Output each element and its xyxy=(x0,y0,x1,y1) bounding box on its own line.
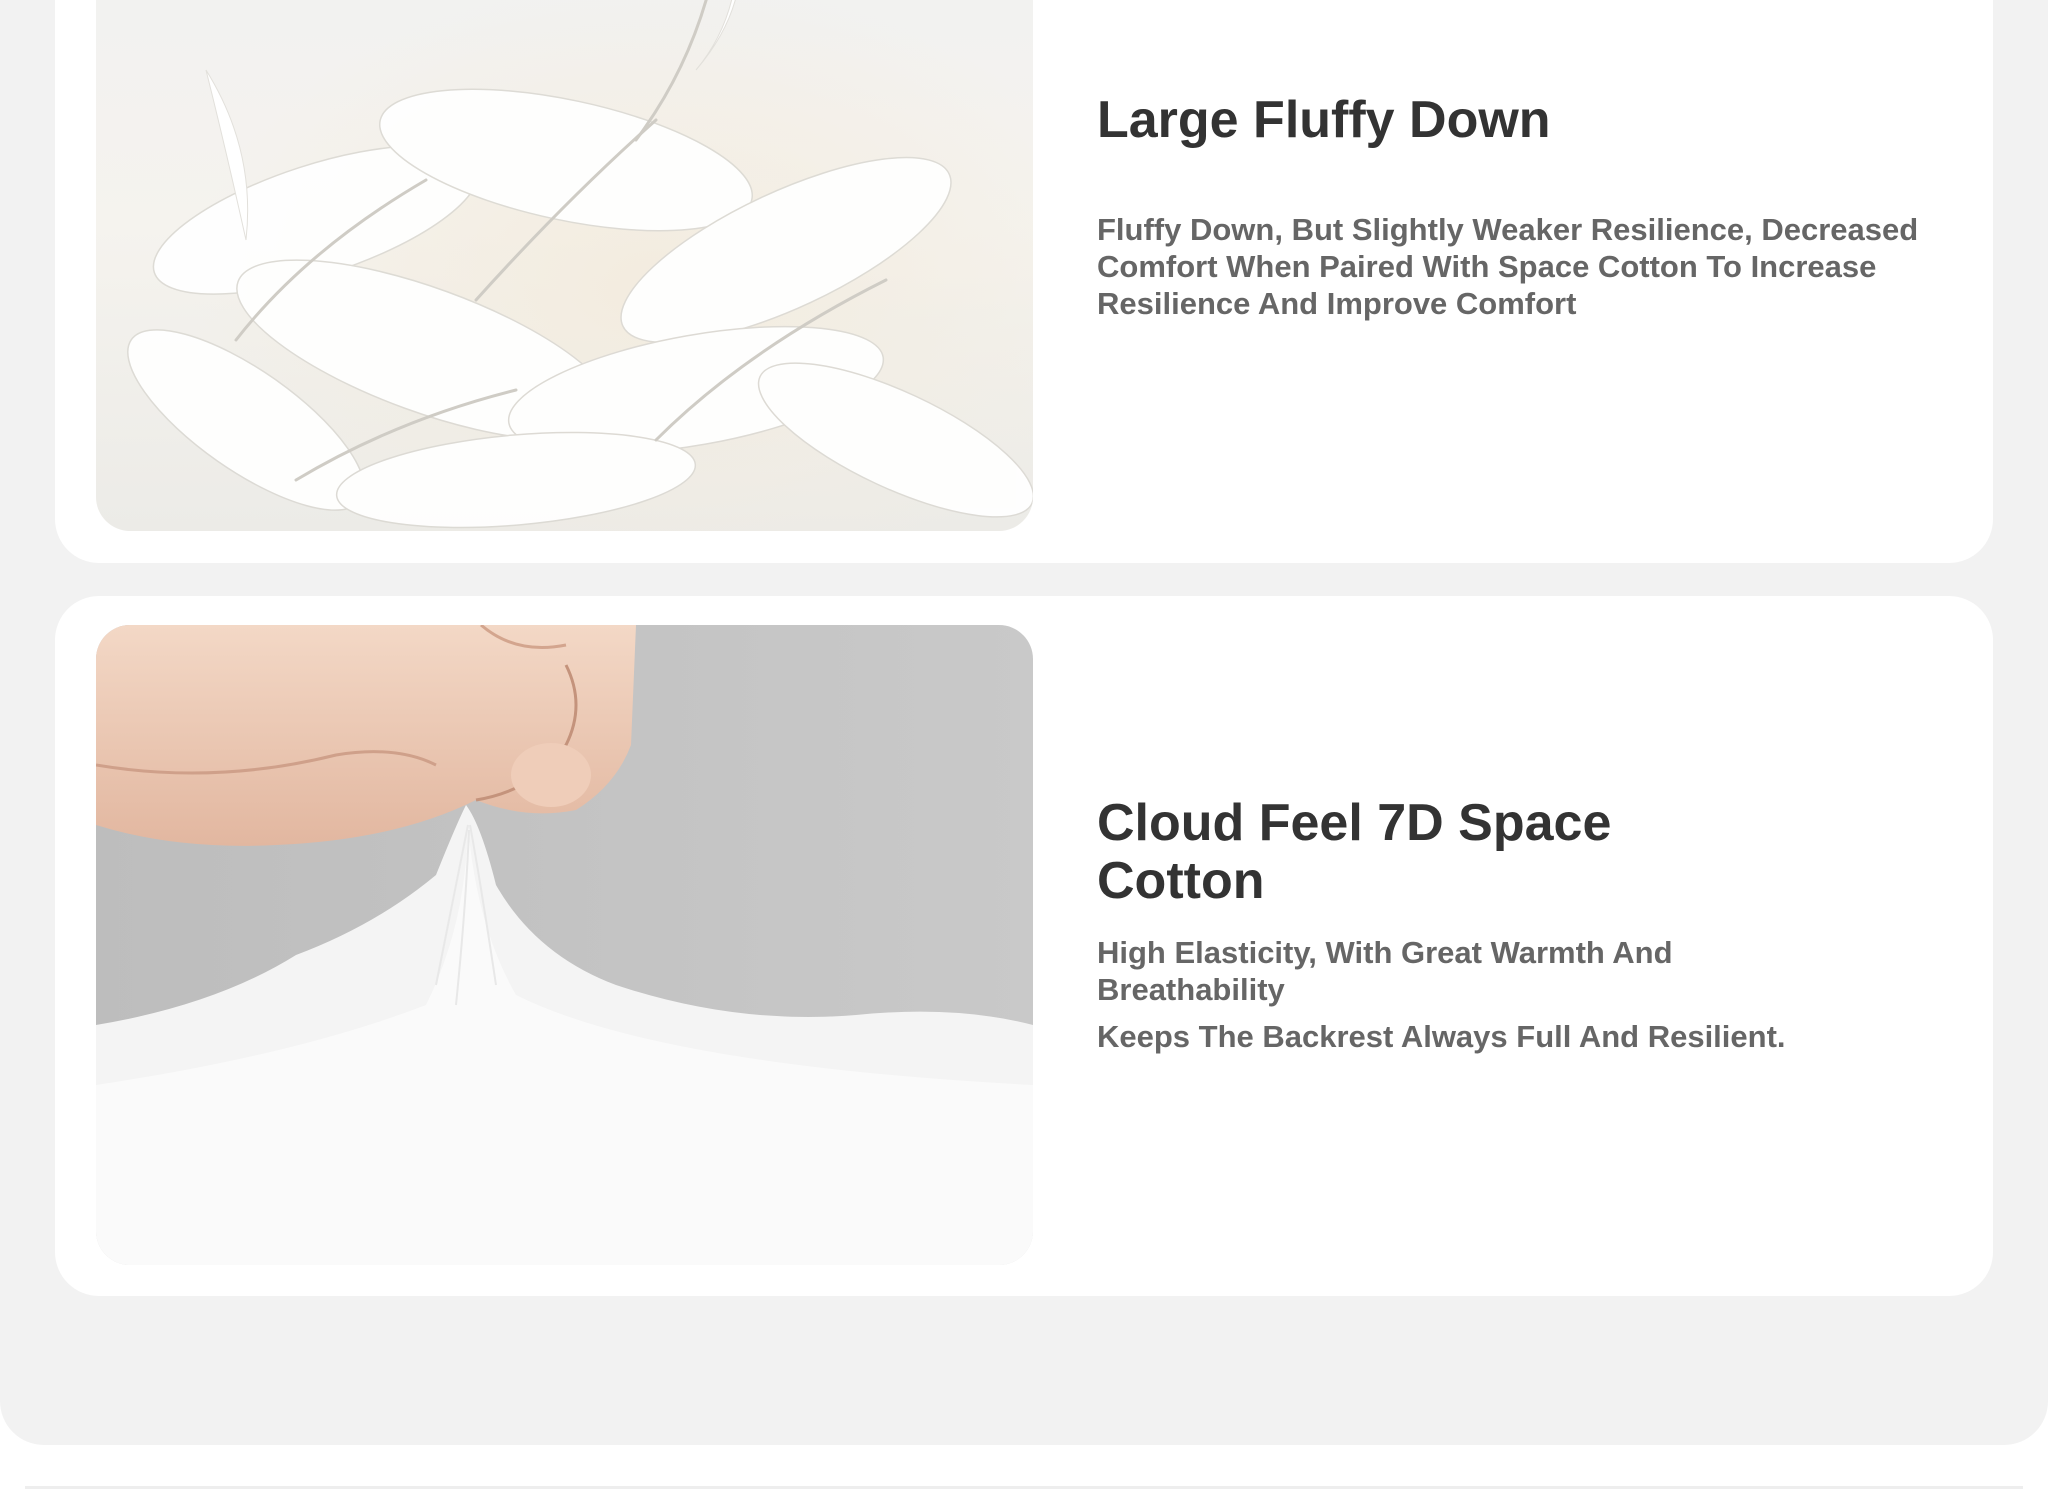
feature-description-2: Keeps The Backrest Always Full And Resil… xyxy=(1097,1019,1786,1054)
feature-text-down: Large Fluffy Down Fluffy Down, But Sligh… xyxy=(1097,91,1937,322)
features-panel: Large Fluffy Down Fluffy Down, But Sligh… xyxy=(0,0,2048,1445)
feature-text-cotton: Cloud Feel 7D Space Cotton High Elastici… xyxy=(1097,794,1937,1055)
feature-description: High Elasticity, With Great Warmth And B… xyxy=(1097,935,1673,1007)
feature-description: Fluffy Down, But Slightly Weaker Resilie… xyxy=(1097,212,1919,321)
feature-heading: Cloud Feel 7D Space Cotton xyxy=(1097,794,1612,910)
feature-card-down: Large Fluffy Down Fluffy Down, But Sligh… xyxy=(55,0,1993,563)
feature-card-cotton: Cloud Feel 7D Space Cotton High Elastici… xyxy=(55,596,1993,1296)
feathers-image xyxy=(96,0,1033,531)
cotton-image xyxy=(96,625,1033,1265)
feature-heading: Large Fluffy Down xyxy=(1097,91,1551,149)
